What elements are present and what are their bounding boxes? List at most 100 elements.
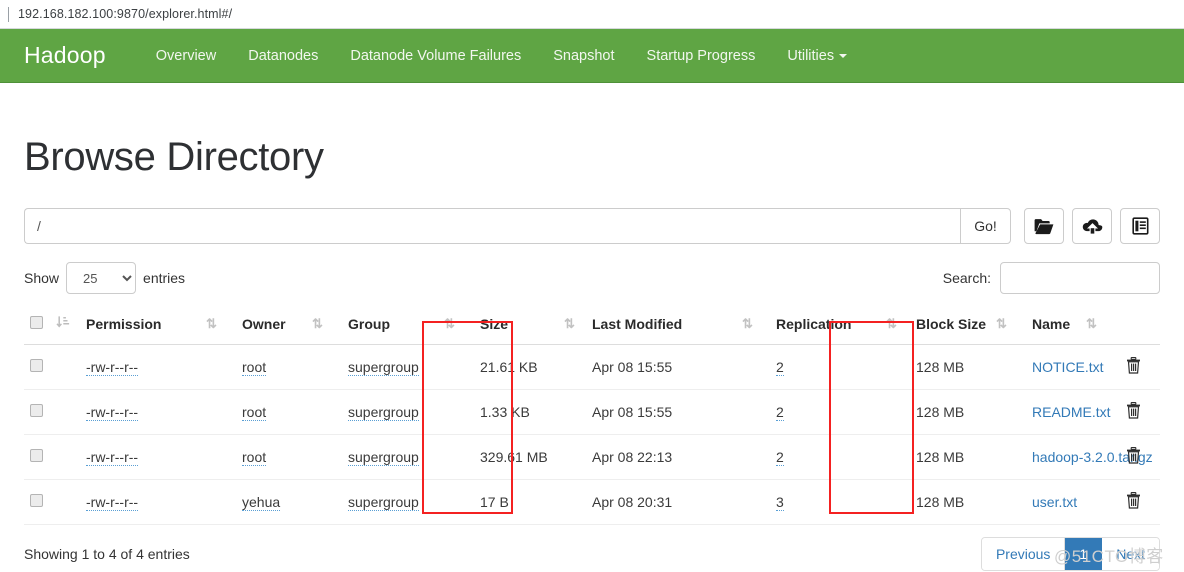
nav-item-snapshot[interactable]: Snapshot <box>537 29 630 83</box>
sort-amount-desc-icon[interactable] <box>56 316 70 332</box>
permission-link[interactable]: -rw-r--r-- <box>86 449 138 466</box>
file-name-link[interactable]: NOTICE.txt <box>1032 359 1104 375</box>
group-link[interactable]: supergroup <box>348 494 419 511</box>
permission-link[interactable]: -rw-r--r-- <box>86 404 138 421</box>
header-actions <box>1120 307 1160 345</box>
replication-link[interactable]: 2 <box>776 359 784 376</box>
permission-link[interactable]: -rw-r--r-- <box>86 494 138 511</box>
brand-hadoop[interactable]: Hadoop <box>24 42 106 69</box>
pagination-previous[interactable]: Previous <box>982 538 1065 570</box>
spacer <box>306 480 342 525</box>
table-row[interactable]: -rw-r--r-- root supergroup 329.61 MB Apr… <box>24 435 1160 480</box>
header-permission[interactable]: Permission <box>80 307 200 345</box>
search-input[interactable] <box>1000 262 1160 294</box>
file-name-link[interactable]: user.txt <box>1032 494 1077 510</box>
owner-link[interactable]: root <box>242 404 266 421</box>
trash-icon <box>1126 447 1141 467</box>
row-checkbox[interactable] <box>30 359 43 372</box>
sort-icon[interactable]: ⇅ <box>1086 316 1097 331</box>
replication-link[interactable]: 2 <box>776 449 784 466</box>
spacer <box>200 390 236 435</box>
sort-icon[interactable]: ⇅ <box>564 316 575 331</box>
cell-group: supergroup <box>342 480 438 525</box>
sort-icon[interactable]: ⇅ <box>206 316 217 331</box>
row-select-cell <box>24 390 50 435</box>
nav-item-datanode-volume-failures[interactable]: Datanode Volume Failures <box>334 29 537 83</box>
sort-icon[interactable]: ⇅ <box>886 316 897 331</box>
browser-url-bar[interactable]: 192.168.182.100:9870/explorer.html#/ <box>0 0 1184 29</box>
select-all-checkbox[interactable] <box>30 316 43 329</box>
nav-item-overview[interactable]: Overview <box>140 29 232 83</box>
delete-button[interactable] <box>1126 402 1141 422</box>
sort-amount-header[interactable] <box>50 307 80 345</box>
cell-owner: root <box>236 435 306 480</box>
table-row[interactable]: -rw-r--r-- root supergroup 21.61 KB Apr … <box>24 345 1160 390</box>
sort-icon[interactable]: ⇅ <box>312 316 323 331</box>
cell-replication: 2 <box>770 390 880 435</box>
header-group[interactable]: Group <box>342 307 438 345</box>
group-link[interactable]: supergroup <box>348 404 419 421</box>
delete-button[interactable] <box>1126 357 1141 377</box>
sort-group[interactable]: ⇅ <box>438 307 474 345</box>
owner-link[interactable]: root <box>242 449 266 466</box>
row-checkbox[interactable] <box>30 494 43 507</box>
spacer <box>736 480 770 525</box>
spacer <box>558 480 586 525</box>
trash-icon <box>1126 492 1141 512</box>
sort-block-size[interactable]: ⇅ <box>990 307 1026 345</box>
spacer <box>880 480 910 525</box>
upload-button[interactable] <box>1072 208 1112 244</box>
go-button[interactable]: Go! <box>960 208 1011 244</box>
header-replication[interactable]: Replication <box>770 307 880 345</box>
replication-link[interactable]: 2 <box>776 404 784 421</box>
row-checkbox[interactable] <box>30 404 43 417</box>
nav-item-datanodes[interactable]: Datanodes <box>232 29 334 83</box>
cut-paste-button[interactable] <box>1120 208 1160 244</box>
spacer <box>200 345 236 390</box>
permission-link[interactable]: -rw-r--r-- <box>86 359 138 376</box>
owner-link[interactable]: root <box>242 359 266 376</box>
replication-link[interactable]: 3 <box>776 494 784 511</box>
delete-button[interactable] <box>1126 447 1141 467</box>
owner-link[interactable]: yehua <box>242 494 280 511</box>
entries-select[interactable]: 25 50 100 <box>66 262 136 294</box>
group-link[interactable]: supergroup <box>348 359 419 376</box>
row-checkbox[interactable] <box>30 449 43 462</box>
table-row[interactable]: -rw-r--r-- yehua supergroup 17 B Apr 08 … <box>24 480 1160 525</box>
cell-block-size: 128 MB <box>910 390 990 435</box>
cell-owner: yehua <box>236 480 306 525</box>
cut-paste-icon <box>1132 217 1149 235</box>
nav-item-utilities[interactable]: Utilities <box>771 29 863 83</box>
delete-button[interactable] <box>1126 492 1141 512</box>
group-link[interactable]: supergroup <box>348 449 419 466</box>
table-footer: Showing 1 to 4 of 4 entries Previous 1 N… <box>24 537 1160 571</box>
row-select-cell <box>24 345 50 390</box>
sort-icon[interactable]: ⇅ <box>996 316 1007 331</box>
cell-delete <box>1120 345 1160 390</box>
header-name[interactable]: Name <box>1026 307 1080 345</box>
sort-size[interactable]: ⇅ <box>558 307 586 345</box>
file-name-link[interactable]: README.txt <box>1032 404 1111 420</box>
table-row[interactable]: -rw-r--r-- root supergroup 1.33 KB Apr 0… <box>24 390 1160 435</box>
cell-name: README.txt <box>1026 390 1080 435</box>
sort-owner[interactable]: ⇅ <box>306 307 342 345</box>
sort-permission[interactable]: ⇅ <box>200 307 236 345</box>
path-action-buttons <box>1024 208 1160 244</box>
sort-last-modified[interactable]: ⇅ <box>736 307 770 345</box>
spacer <box>558 390 586 435</box>
header-size[interactable]: Size <box>474 307 558 345</box>
pagination-next[interactable]: Next <box>1102 538 1159 570</box>
nav-item-startup-progress[interactable]: Startup Progress <box>631 29 772 83</box>
entries-info: Showing 1 to 4 of 4 entries <box>24 546 190 562</box>
sort-icon[interactable]: ⇅ <box>742 316 753 331</box>
header-block-size[interactable]: Block Size <box>910 307 990 345</box>
sort-name[interactable]: ⇅ <box>1080 307 1120 345</box>
header-owner[interactable]: Owner <box>236 307 306 345</box>
new-folder-button[interactable] <box>1024 208 1064 244</box>
sort-icon[interactable]: ⇅ <box>444 316 455 331</box>
pagination-page-1[interactable]: 1 <box>1065 538 1102 570</box>
spacer <box>1080 480 1120 525</box>
header-last-modified[interactable]: Last Modified <box>586 307 736 345</box>
path-input[interactable] <box>24 208 960 244</box>
sort-replication[interactable]: ⇅ <box>880 307 910 345</box>
